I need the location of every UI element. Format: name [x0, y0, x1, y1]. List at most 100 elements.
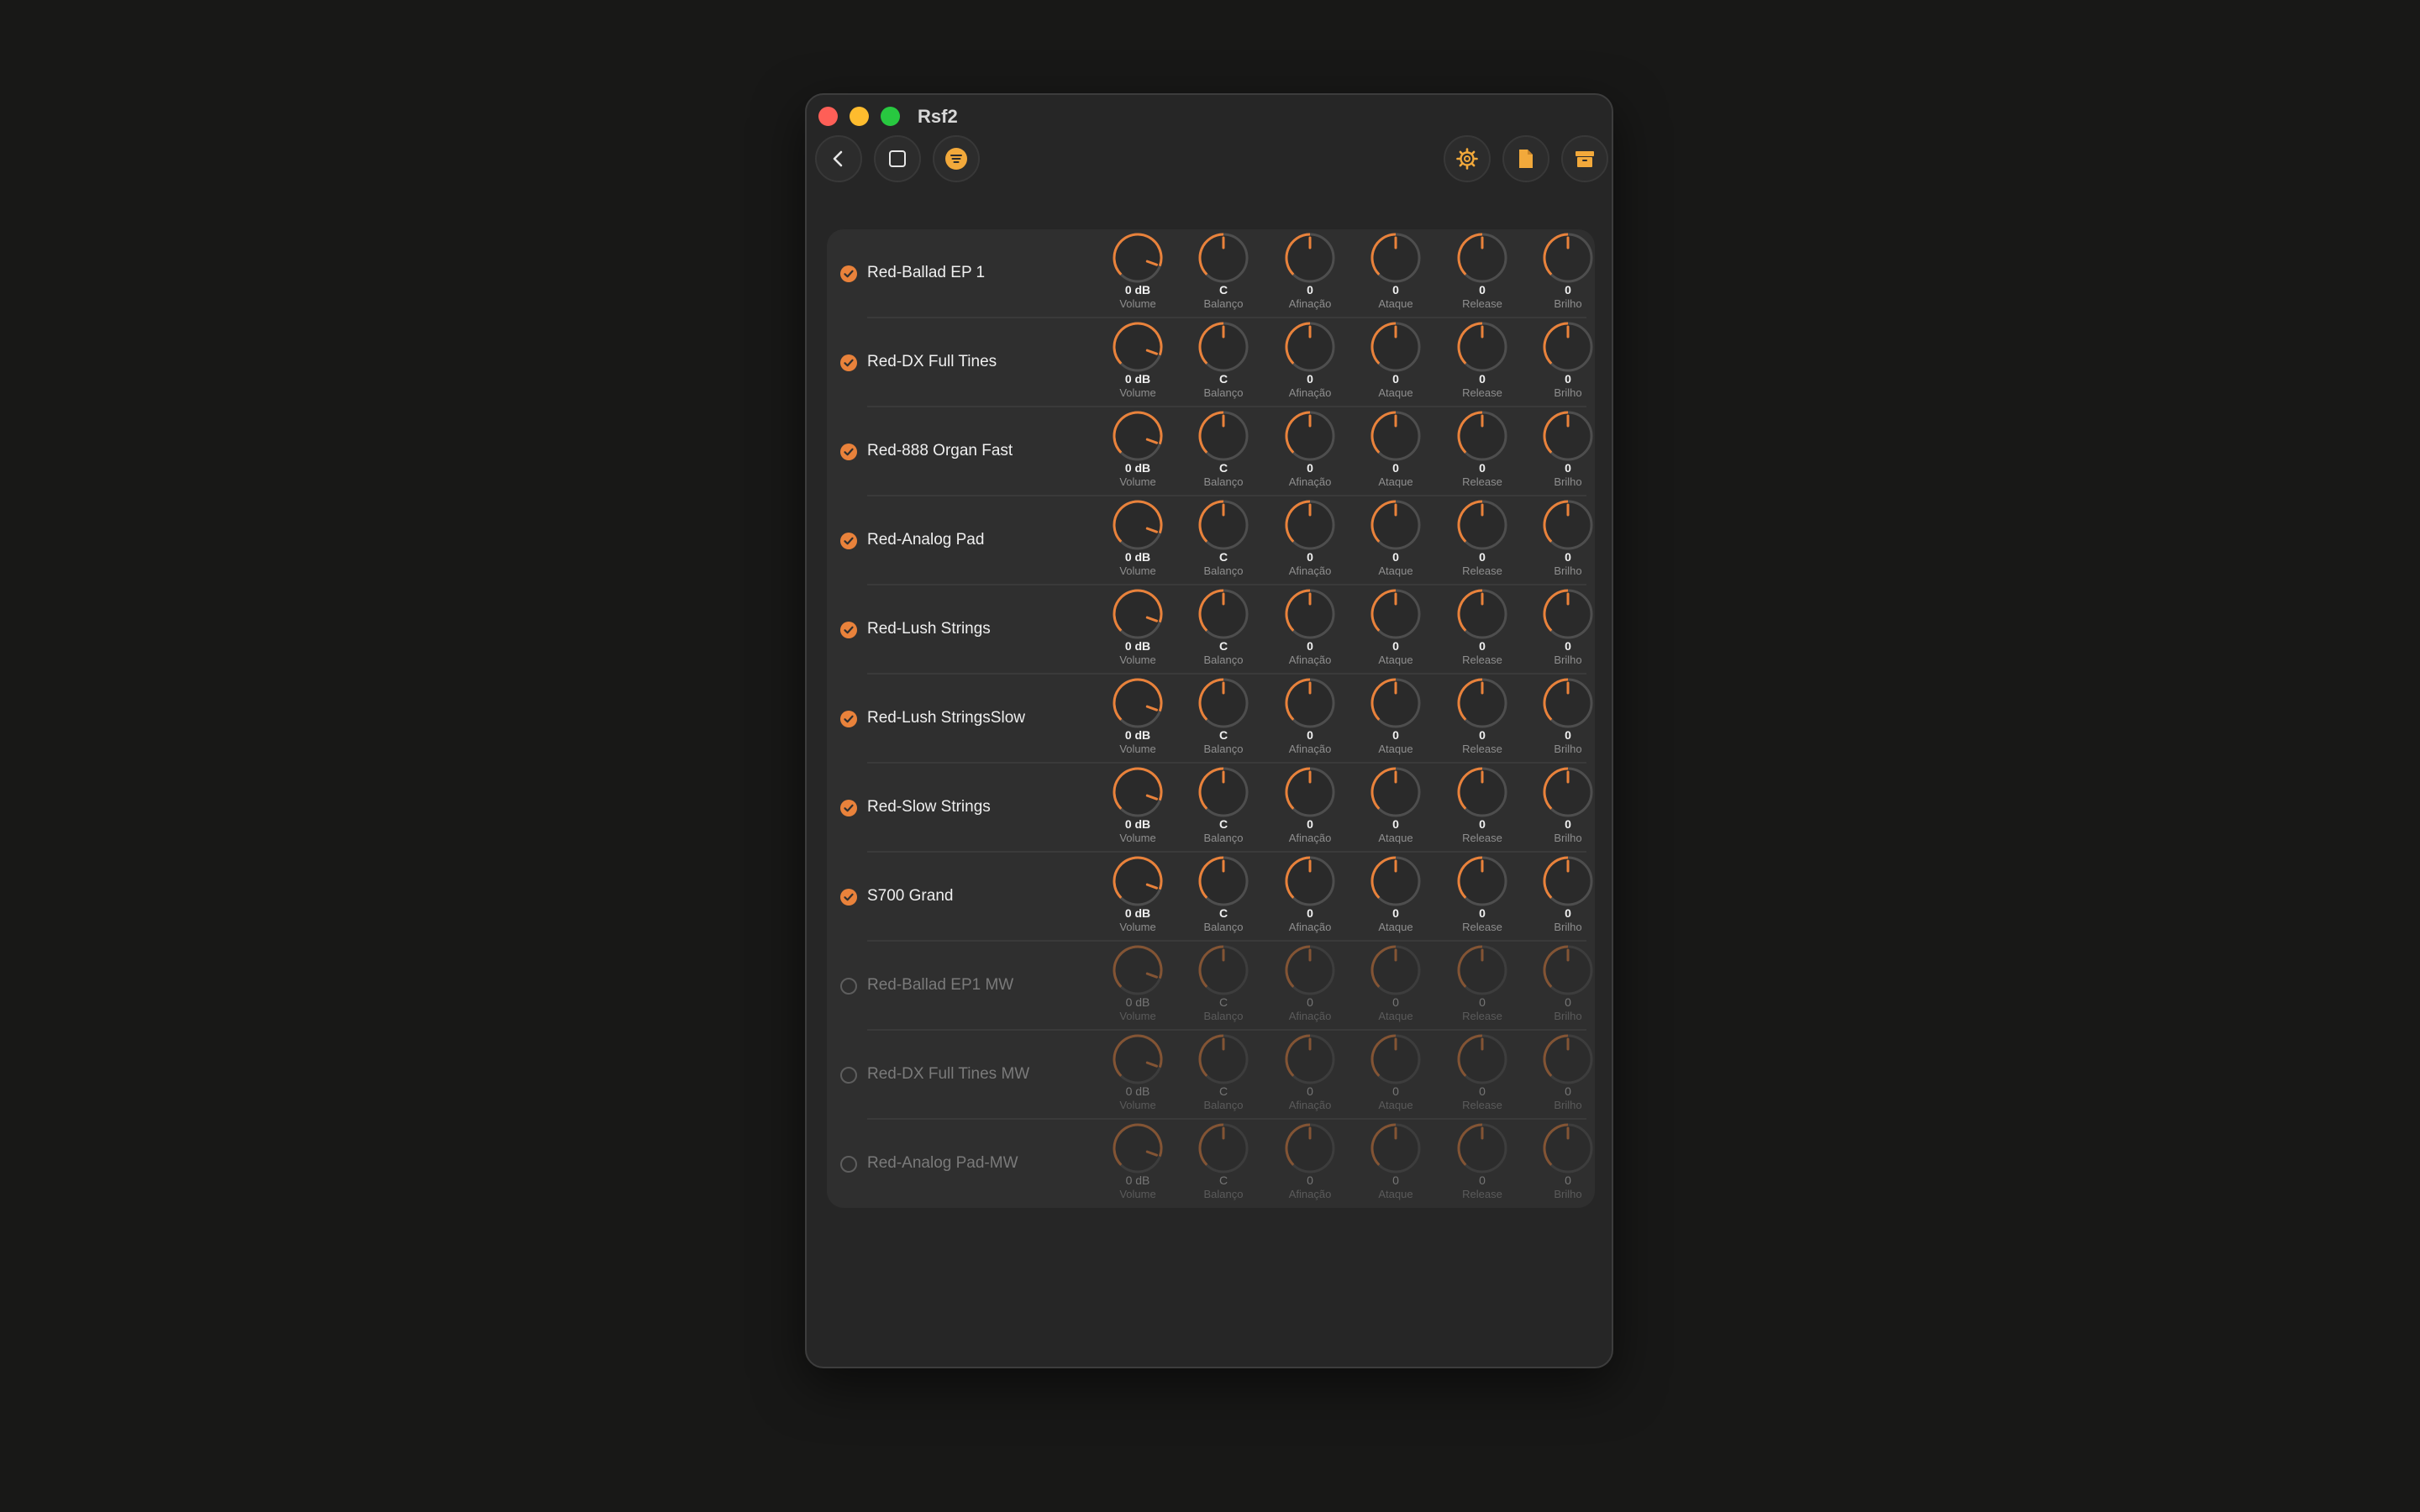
ataque-knob[interactable]: 0 Ataque — [1358, 1123, 1434, 1207]
zoom-window-button[interactable] — [881, 107, 900, 126]
balanco-knob[interactable]: C Balanço — [1186, 322, 1261, 406]
knob-value: 0 dB — [1124, 639, 1151, 653]
document-button[interactable] — [1502, 135, 1549, 182]
brilho-knob[interactable]: 0 Brilho — [1530, 1034, 1606, 1118]
ataque-knob[interactable]: 0 Ataque — [1358, 1034, 1434, 1118]
release-knob[interactable]: 0 Release — [1444, 1123, 1520, 1207]
preset-row[interactable]: Red-888 Organ Fast 0 dB Volume C Balanço 0 Afi… — [827, 407, 1595, 496]
afinacao-knob[interactable]: 0 Afinação — [1272, 411, 1348, 495]
preset-enabled-checkbox[interactable] — [840, 800, 857, 816]
afinacao-knob[interactable]: 0 Afinação — [1272, 233, 1348, 317]
release-knob[interactable]: 0 Release — [1444, 767, 1520, 851]
preset-row[interactable]: Red-Ballad EP 10 dB Volume C Balanço 0 Afinaç… — [827, 229, 1595, 318]
preset-row[interactable]: Red-Ballad EP1 MW 0 dB Volume C Balanço 0 Afin… — [827, 942, 1595, 1031]
ataque-knob[interactable]: 0 Ataque — [1358, 678, 1434, 762]
brilho-knob[interactable]: 0 Brilho — [1530, 500, 1606, 584]
balanco-knob[interactable]: C Balanço — [1186, 233, 1261, 317]
ataque-knob[interactable]: 0 Ataque — [1358, 322, 1434, 406]
volume-knob[interactable]: 0 dB Volume — [1100, 1034, 1176, 1118]
balanco-knob[interactable]: C Balanço — [1186, 500, 1261, 584]
list-button[interactable] — [933, 135, 980, 182]
preset-row[interactable]: Red-Analog Pad-MW 0 dB Volume C Balanço 0 Afin… — [827, 1120, 1595, 1209]
release-knob[interactable]: 0 Release — [1444, 678, 1520, 762]
volume-knob[interactable]: 0 dB Volume — [1100, 1123, 1176, 1207]
preset-enabled-checkbox[interactable] — [840, 533, 857, 549]
volume-knob[interactable]: 0 dB Volume — [1100, 589, 1176, 673]
preset-enabled-checkbox[interactable] — [840, 711, 857, 727]
balanco-knob[interactable]: C Balanço — [1186, 767, 1261, 851]
brilho-knob[interactable]: 0 Brilho — [1530, 767, 1606, 851]
minimize-window-button[interactable] — [850, 107, 869, 126]
volume-knob[interactable]: 0 dB Volume — [1100, 233, 1176, 317]
afinacao-knob[interactable]: 0 Afinação — [1272, 678, 1348, 762]
back-button[interactable] — [815, 135, 862, 182]
preset-enabled-checkbox[interactable] — [840, 1156, 857, 1173]
release-knob[interactable]: 0 Release — [1444, 856, 1520, 940]
release-knob[interactable]: 0 Release — [1444, 411, 1520, 495]
volume-knob[interactable]: 0 dB Volume — [1100, 856, 1176, 940]
afinacao-knob[interactable]: 0 Afinação — [1272, 856, 1348, 940]
balanco-knob[interactable]: C Balanço — [1186, 411, 1261, 495]
stop-button[interactable] — [874, 135, 921, 182]
knob-value: 0 dB — [1124, 728, 1151, 742]
preset-row[interactable]: Red-Analog Pad 0 dB Volume C Balanço 0 Afinaçã… — [827, 496, 1595, 585]
volume-knob[interactable]: 0 dB Volume — [1100, 322, 1176, 406]
preset-enabled-checkbox[interactable] — [840, 265, 857, 282]
archive-button[interactable] — [1561, 135, 1608, 182]
brilho-knob[interactable]: 0 Brilho — [1530, 678, 1606, 762]
preset-enabled-checkbox[interactable] — [840, 889, 857, 906]
balanco-knob[interactable]: C Balanço — [1186, 589, 1261, 673]
afinacao-knob[interactable]: 0 Afinação — [1272, 322, 1348, 406]
volume-knob[interactable]: 0 dB Volume — [1100, 678, 1176, 762]
preset-row[interactable]: Red-Lush Strings 0 dB Volume C Balanço 0 Afina… — [827, 585, 1595, 675]
preset-row[interactable]: Red-Slow Strings 0 dB Volume C Balanço 0 Afina… — [827, 764, 1595, 853]
settings-button[interactable] — [1444, 135, 1491, 182]
preset-row[interactable]: Red-DX Full Tines MW 0 dB Volume C Balanço 0 A… — [827, 1031, 1595, 1120]
volume-knob[interactable]: 0 dB Volume — [1100, 411, 1176, 495]
preset-row[interactable]: Red-Lush StringsSlow 0 dB Volume C Balanço 0 A… — [827, 675, 1595, 764]
release-knob[interactable]: 0 Release — [1444, 945, 1520, 1029]
brilho-knob[interactable]: 0 Brilho — [1530, 856, 1606, 940]
brilho-knob[interactable]: 0 Brilho — [1530, 589, 1606, 673]
ataque-knob[interactable]: 0 Ataque — [1358, 589, 1434, 673]
afinacao-knob[interactable]: 0 Afinação — [1272, 767, 1348, 851]
balanco-knob[interactable]: C Balanço — [1186, 945, 1261, 1029]
preset-row[interactable]: Red-DX Full Tines 0 dB Volume C Balanço 0 Afin… — [827, 318, 1595, 407]
afinacao-knob[interactable]: 0 Afinação — [1272, 1034, 1348, 1118]
preset-row[interactable]: S700 Grand 0 dB Volume C Balanço 0 Afinação 0 At… — [827, 853, 1595, 942]
release-knob[interactable]: 0 Release — [1444, 233, 1520, 317]
ataque-knob[interactable]: 0 Ataque — [1358, 945, 1434, 1029]
preset-enabled-checkbox[interactable] — [840, 622, 857, 638]
volume-knob[interactable]: 0 dB Volume — [1100, 945, 1176, 1029]
preset-enabled-checkbox[interactable] — [840, 354, 857, 371]
release-knob[interactable]: 0 Release — [1444, 1034, 1520, 1118]
ataque-knob[interactable]: 0 Ataque — [1358, 500, 1434, 584]
brilho-knob[interactable]: 0 Brilho — [1530, 1123, 1606, 1207]
release-knob[interactable]: 0 Release — [1444, 589, 1520, 673]
ataque-knob[interactable]: 0 Ataque — [1358, 856, 1434, 940]
brilho-knob[interactable]: 0 Brilho — [1530, 322, 1606, 406]
balanco-knob[interactable]: C Balanço — [1186, 678, 1261, 762]
preset-enabled-checkbox[interactable] — [840, 444, 857, 460]
afinacao-knob[interactable]: 0 Afinação — [1272, 1123, 1348, 1207]
knob-value: C — [1218, 550, 1228, 564]
preset-enabled-checkbox[interactable] — [840, 978, 857, 995]
preset-enabled-checkbox[interactable] — [840, 1067, 857, 1084]
brilho-knob[interactable]: 0 Brilho — [1530, 233, 1606, 317]
release-knob[interactable]: 0 Release — [1444, 500, 1520, 584]
volume-knob[interactable]: 0 dB Volume — [1100, 500, 1176, 584]
brilho-knob[interactable]: 0 Brilho — [1530, 411, 1606, 495]
afinacao-knob[interactable]: 0 Afinação — [1272, 589, 1348, 673]
balanco-knob[interactable]: C Balanço — [1186, 856, 1261, 940]
afinacao-knob[interactable]: 0 Afinação — [1272, 500, 1348, 584]
close-window-button[interactable] — [818, 107, 838, 126]
balanco-knob[interactable]: C Balanço — [1186, 1034, 1261, 1118]
ataque-knob[interactable]: 0 Ataque — [1358, 233, 1434, 317]
brilho-knob[interactable]: 0 Brilho — [1530, 945, 1606, 1029]
balanco-knob[interactable]: C Balanço — [1186, 1123, 1261, 1207]
release-knob[interactable]: 0 Release — [1444, 322, 1520, 406]
ataque-knob[interactable]: 0 Ataque — [1358, 411, 1434, 495]
afinacao-knob[interactable]: 0 Afinação — [1272, 945, 1348, 1029]
ataque-knob[interactable]: 0 Ataque — [1358, 767, 1434, 851]
volume-knob[interactable]: 0 dB Volume — [1100, 767, 1176, 851]
